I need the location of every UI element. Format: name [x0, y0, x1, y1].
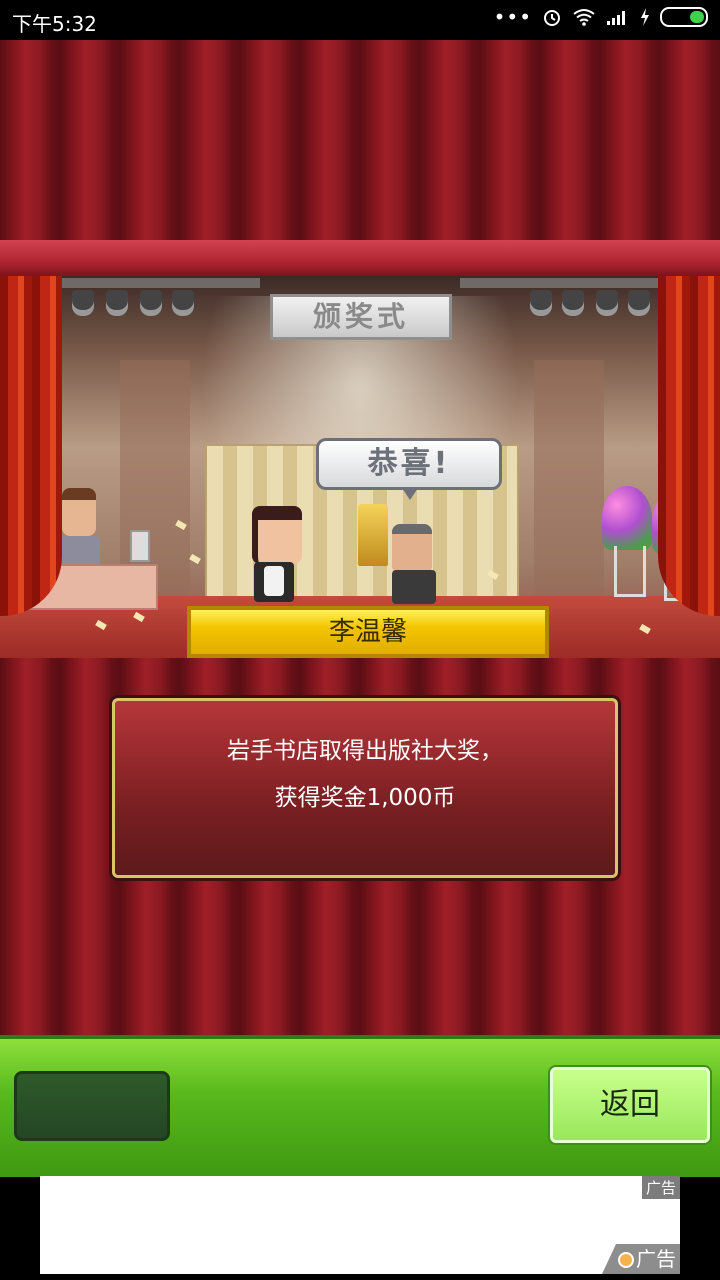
stage-curtain-right [658, 276, 720, 616]
award-message-line2: 获得奖金1,000币 [274, 785, 456, 811]
stage-light-icon [562, 290, 584, 316]
battery-icon [660, 7, 708, 27]
award-stage: 颁奖式 恭喜! [0, 276, 720, 658]
ad-logo-icon [618, 1252, 634, 1268]
curtain-valance [0, 240, 720, 276]
light-truss [60, 278, 260, 288]
wifi-icon [573, 9, 595, 26]
status-time: 下午5:32 [12, 12, 97, 36]
status-icons: ••• [494, 7, 708, 27]
microphone-icon [130, 530, 150, 562]
empty-button-slot [14, 1071, 170, 1141]
ad-banner[interactable]: 广告 广告 [40, 1176, 680, 1274]
flower-stand [614, 546, 646, 597]
light-truss [460, 278, 660, 288]
charging-icon [641, 8, 649, 26]
award-message-line1: 岩手书店取得出版社大奖， [227, 738, 503, 764]
flower-bouquet-icon [602, 486, 652, 550]
award-message-panel: 岩手书店取得出版社大奖， 获得奖金1,000币 [112, 698, 618, 878]
stage-light-icon [596, 290, 618, 316]
stage-curtain-left [0, 276, 62, 616]
bottom-action-bar: 返回 [0, 1035, 720, 1177]
stage-light-icon [72, 290, 94, 316]
alarm-icon [544, 10, 560, 26]
back-button[interactable]: 返回 [550, 1067, 710, 1143]
ad-label-text: 广告 [636, 1247, 676, 1271]
ad-label-bottom[interactable]: 广告 [602, 1244, 680, 1274]
stage-pillar [534, 360, 604, 596]
stage-light-icon [530, 290, 552, 316]
stage-light-icon [140, 290, 162, 316]
signal-icon [607, 11, 625, 25]
stage-light-icon [172, 290, 194, 316]
speech-bubble: 恭喜! [316, 438, 502, 490]
winner-name-plate: 李温馨 [187, 606, 549, 658]
more-dots-icon: ••• [493, 5, 532, 29]
ad-label-top: 广告 [641, 1176, 680, 1199]
ceremony-sign: 颁奖式 [270, 294, 452, 340]
stage-light-icon [628, 290, 650, 316]
stage-light-icon [106, 290, 128, 316]
status-bar: 下午5:32 ••• [0, 0, 720, 40]
trophy-icon [358, 504, 388, 566]
speech-bubble-tail [402, 488, 418, 500]
